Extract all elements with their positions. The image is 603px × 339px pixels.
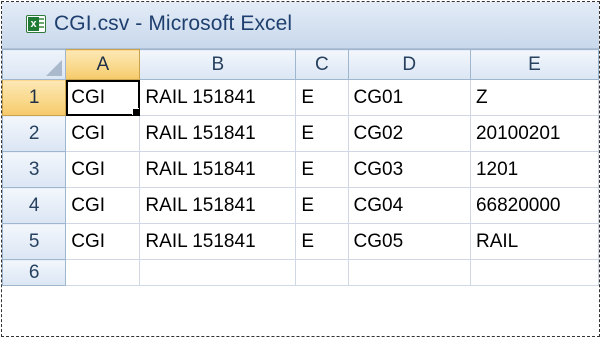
cell-d4[interactable]: CG04 [347, 187, 471, 224]
fill-handle[interactable] [132, 108, 139, 115]
cell-a1[interactable]: CGI [65, 79, 141, 116]
cell-d1[interactable]: CG01 [347, 79, 471, 116]
cell-d3[interactable]: CG03 [347, 151, 471, 188]
cell-d6[interactable] [347, 259, 471, 286]
cell-c6[interactable] [295, 259, 349, 286]
cell-d5[interactable]: CG05 [347, 223, 471, 260]
row-header[interactable]: 4 [2, 187, 67, 224]
table-row: 6 [2, 259, 599, 286]
cell-b5[interactable]: RAIL 151841 [139, 223, 297, 260]
row-header[interactable]: 3 [2, 151, 67, 188]
cell-c1[interactable]: E [295, 79, 349, 116]
cell-a6[interactable] [65, 259, 141, 286]
cell-e5[interactable]: RAIL [469, 223, 599, 260]
row-header[interactable]: 1 [2, 79, 67, 116]
spreadsheet-grid: A B C D E 1 CGI RAIL 151841 E CG01 Z 2 C… [2, 49, 599, 286]
table-row: 5 CGI RAIL 151841 E CG05 RAIL [2, 223, 599, 260]
row-header[interactable]: 2 [2, 115, 67, 152]
cell-b2[interactable]: RAIL 151841 [139, 115, 297, 152]
column-header-e[interactable]: E [469, 49, 599, 80]
cell-a3[interactable]: CGI [65, 151, 141, 188]
table-row: 4 CGI RAIL 151841 E CG04 66820000 [2, 187, 599, 224]
cell-c2[interactable]: E [295, 115, 349, 152]
cell-d2[interactable]: CG02 [347, 115, 471, 152]
excel-icon[interactable]: x [26, 15, 46, 33]
row-header[interactable]: 6 [2, 259, 67, 286]
column-header-d[interactable]: D [347, 49, 471, 80]
table-row: 2 CGI RAIL 151841 E CG02 20100201 [2, 115, 599, 152]
row-header[interactable]: 5 [2, 223, 67, 260]
window-title: CGI.csv - Microsoft Excel [54, 12, 293, 35]
cell-e2[interactable]: 20100201 [469, 115, 599, 152]
cell-b6[interactable] [139, 259, 297, 286]
column-header-a[interactable]: A [65, 49, 141, 80]
select-all-button[interactable] [2, 49, 67, 80]
cell-e3[interactable]: 1201 [469, 151, 599, 188]
column-header-b[interactable]: B [139, 49, 297, 80]
title-bar: x CGI.csv - Microsoft Excel [2, 2, 599, 49]
cell-e1[interactable]: Z [469, 79, 599, 116]
column-header-row: A B C D E [2, 49, 599, 80]
cell-b4[interactable]: RAIL 151841 [139, 187, 297, 224]
cell-a2[interactable]: CGI [65, 115, 141, 152]
cell-b3[interactable]: RAIL 151841 [139, 151, 297, 188]
cell-c4[interactable]: E [295, 187, 349, 224]
table-row: 1 CGI RAIL 151841 E CG01 Z [2, 79, 599, 116]
excel-window: x CGI.csv - Microsoft Excel A B C D E 1 … [1, 1, 600, 337]
cell-a5[interactable]: CGI [65, 223, 141, 260]
column-header-c[interactable]: C [295, 49, 349, 80]
cell-e6[interactable] [469, 259, 599, 286]
cell-a4[interactable]: CGI [65, 187, 141, 224]
cell-b1[interactable]: RAIL 151841 [139, 79, 297, 116]
cell-c5[interactable]: E [295, 223, 349, 260]
cell-c3[interactable]: E [295, 151, 349, 188]
table-row: 3 CGI RAIL 151841 E CG03 1201 [2, 151, 599, 188]
cell-e4[interactable]: 66820000 [469, 187, 599, 224]
